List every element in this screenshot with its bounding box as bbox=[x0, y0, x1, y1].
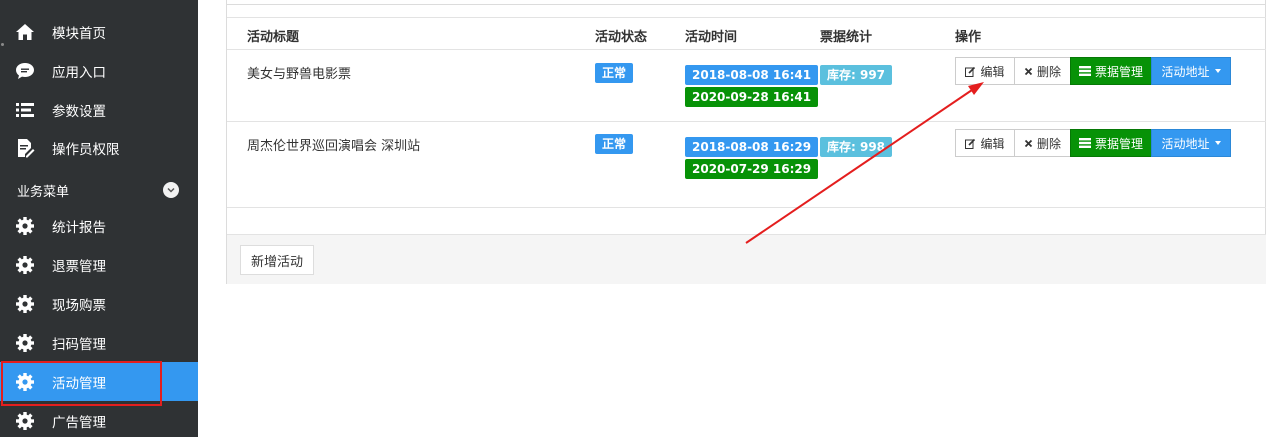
edit-doc-icon bbox=[14, 137, 36, 159]
sidebar-item-refund[interactable]: 退票管理 bbox=[0, 245, 198, 284]
section-label: 业务菜单 bbox=[17, 185, 70, 200]
divider bbox=[227, 207, 1266, 208]
divider bbox=[227, 121, 1266, 122]
sidebar-item-label: 统计报告 bbox=[52, 219, 106, 236]
app-root: 模块首页 应用入口 参数设置 操作员权限 业务菜单 统计报告 退票管理 现场购票… bbox=[0, 0, 1266, 437]
column-header-tickets: 票据统计 bbox=[820, 30, 873, 45]
end-time-badge: 2020-09-28 16:41 bbox=[685, 87, 819, 107]
ticket-management-button[interactable]: 票据管理 bbox=[1070, 129, 1152, 157]
ticket-management-label: 票据管理 bbox=[1094, 64, 1143, 79]
column-header-status: 活动状态 bbox=[595, 30, 648, 45]
edit-icon bbox=[965, 66, 976, 77]
sidebar-item-onsite-purchase[interactable]: 现场购票 bbox=[0, 284, 198, 323]
delete-button[interactable]: 删除 bbox=[1014, 129, 1071, 157]
list-icon bbox=[1078, 66, 1091, 76]
gear-icon bbox=[14, 254, 36, 276]
sidebar-item-operator-permission[interactable]: 操作员权限 bbox=[0, 128, 198, 167]
sidebar-item-label: 退票管理 bbox=[52, 258, 106, 275]
sidebar-item-label: 扫码管理 bbox=[52, 336, 106, 353]
sidebar-item-params[interactable]: 参数设置 bbox=[0, 90, 198, 129]
panel-footer: 新增活动 bbox=[227, 234, 1266, 284]
activity-address-dropdown[interactable]: 活动地址 bbox=[1151, 129, 1231, 157]
gear-icon bbox=[14, 371, 36, 393]
column-header-actions: 操作 bbox=[955, 30, 982, 45]
end-time-badge: 2020-07-29 16:29 bbox=[685, 159, 819, 179]
sidebar-item-scan[interactable]: 扫码管理 bbox=[0, 323, 198, 362]
sidebar-item-home[interactable]: 模块首页 bbox=[0, 12, 198, 51]
sidebar-section-business[interactable]: 业务菜单 bbox=[0, 174, 198, 204]
ticket-management-label: 票据管理 bbox=[1094, 136, 1143, 151]
sidebar-item-activity-management[interactable]: 活动管理 bbox=[0, 362, 198, 401]
delete-label: 删除 bbox=[1036, 64, 1061, 79]
close-icon bbox=[1024, 67, 1033, 76]
edit-label: 编辑 bbox=[980, 136, 1005, 151]
stock-badge: 库存: 998 bbox=[820, 137, 893, 157]
divider bbox=[227, 17, 1266, 18]
activity-address-label: 活动地址 bbox=[1161, 64, 1210, 79]
list-icon bbox=[1078, 138, 1091, 148]
sidebar-item-label: 广告管理 bbox=[52, 414, 106, 431]
gear-icon bbox=[14, 215, 36, 237]
divider bbox=[227, 4, 1266, 5]
stock-badge: 库存: 997 bbox=[820, 65, 893, 85]
activity-title: 周杰伦世界巡回演唱会 深圳站 bbox=[247, 139, 421, 154]
close-icon bbox=[1024, 139, 1033, 148]
start-time-badge: 2018-08-08 16:29 bbox=[685, 137, 819, 157]
activity-title: 美女与野兽电影票 bbox=[247, 67, 352, 82]
delete-label: 删除 bbox=[1036, 136, 1061, 151]
gear-icon bbox=[14, 332, 36, 354]
column-header-time: 活动时间 bbox=[685, 30, 738, 45]
new-activity-button[interactable]: 新增活动 bbox=[240, 245, 314, 275]
edit-button[interactable]: 编辑 bbox=[955, 57, 1015, 85]
list-icon bbox=[14, 99, 36, 121]
status-badge: 正常 bbox=[595, 63, 634, 83]
sidebar-item-ads[interactable]: 广告管理 bbox=[0, 401, 198, 437]
caret-down-icon bbox=[1214, 141, 1221, 145]
start-time-badge: 2018-08-08 16:41 bbox=[685, 65, 819, 85]
home-icon bbox=[14, 21, 36, 43]
sidebar-item-app-entry[interactable]: 应用入口 bbox=[0, 51, 198, 90]
activity-address-label: 活动地址 bbox=[1161, 136, 1210, 151]
column-header-title: 活动标题 bbox=[247, 30, 300, 45]
divider bbox=[227, 49, 1266, 50]
activity-address-dropdown[interactable]: 活动地址 bbox=[1151, 57, 1231, 85]
sidebar-item-stats-report[interactable]: 统计报告 bbox=[0, 206, 198, 245]
gear-icon bbox=[14, 293, 36, 315]
sidebar-item-label: 现场购票 bbox=[52, 297, 106, 314]
activity-panel: 活动标题 活动状态 活动时间 票据统计 操作 美女与野兽电影票 正常 2018-… bbox=[226, 0, 1266, 284]
edit-label: 编辑 bbox=[980, 64, 1005, 79]
chat-icon bbox=[14, 60, 36, 82]
sidebar-item-label: 模块首页 bbox=[52, 25, 106, 42]
caret-down-icon bbox=[1214, 69, 1221, 73]
sidebar-item-label: 参数设置 bbox=[52, 103, 106, 120]
ticket-management-button[interactable]: 票据管理 bbox=[1070, 57, 1152, 85]
chevron-down-icon[interactable] bbox=[163, 182, 179, 198]
sidebar: 模块首页 应用入口 参数设置 操作员权限 业务菜单 统计报告 退票管理 现场购票… bbox=[0, 0, 198, 437]
delete-button[interactable]: 删除 bbox=[1014, 57, 1071, 85]
edit-icon bbox=[965, 138, 976, 149]
gear-icon bbox=[14, 410, 36, 432]
sidebar-item-label: 应用入口 bbox=[52, 64, 106, 81]
sidebar-item-label: 活动管理 bbox=[52, 375, 106, 392]
edit-button[interactable]: 编辑 bbox=[955, 129, 1015, 157]
status-badge: 正常 bbox=[595, 134, 634, 154]
sidebar-item-label: 操作员权限 bbox=[52, 141, 120, 158]
